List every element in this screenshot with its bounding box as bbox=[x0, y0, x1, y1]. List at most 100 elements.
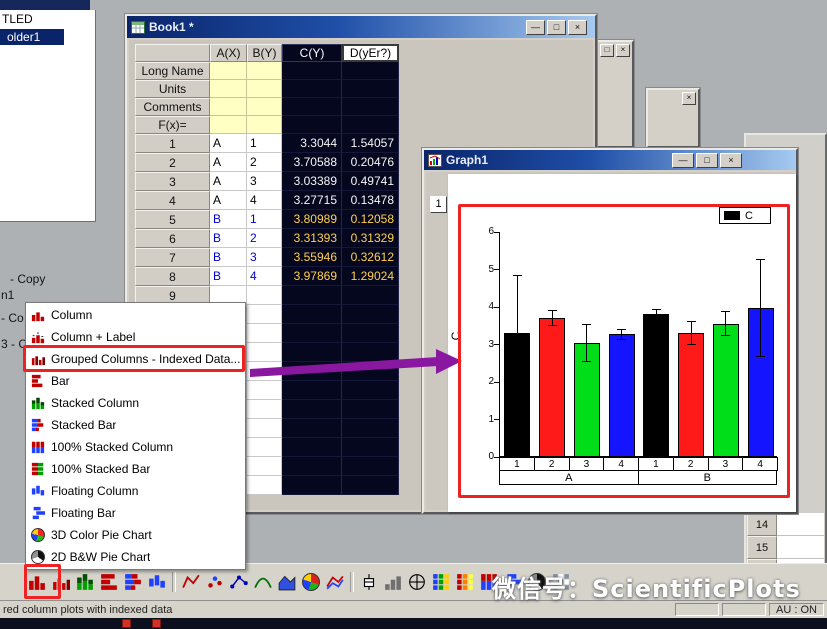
cell[interactable] bbox=[247, 457, 282, 476]
menu-item-stacked-column[interactable]: Stacked Column bbox=[26, 392, 245, 414]
double-y-plot-button[interactable] bbox=[324, 571, 346, 593]
contour-plot-button[interactable] bbox=[430, 571, 452, 593]
cell-selected[interactable]: 3.3044 bbox=[282, 134, 342, 153]
menu-item-floating-column[interactable]: Floating Column bbox=[26, 480, 245, 502]
cell[interactable]: 1 bbox=[247, 134, 282, 153]
cell[interactable]: 3 bbox=[247, 248, 282, 267]
cell-selected[interactable]: 0.31329 bbox=[342, 229, 399, 248]
cell[interactable] bbox=[247, 476, 282, 495]
box-chart-button[interactable] bbox=[358, 571, 380, 593]
label-row-header[interactable]: Long Name bbox=[135, 62, 210, 80]
close-icon[interactable]: × bbox=[682, 92, 696, 105]
cell-selected[interactable] bbox=[342, 98, 399, 116]
cell[interactable] bbox=[247, 286, 282, 305]
stacked-bar-button[interactable] bbox=[122, 571, 144, 593]
row-header[interactable]: 3 bbox=[135, 172, 210, 191]
cell[interactable] bbox=[210, 116, 247, 134]
close-button[interactable]: × bbox=[568, 20, 587, 35]
cell-selected[interactable]: 1.54057 bbox=[342, 134, 399, 153]
cell[interactable] bbox=[247, 438, 282, 457]
close-button[interactable]: × bbox=[720, 153, 742, 168]
taskbar-app-icon[interactable] bbox=[152, 619, 161, 628]
close-icon[interactable]: × bbox=[616, 44, 630, 57]
cell-selected[interactable]: 0.12058 bbox=[342, 210, 399, 229]
menu-item-floating-bar[interactable]: Floating Bar bbox=[26, 502, 245, 524]
cell[interactable] bbox=[247, 400, 282, 419]
cell[interactable]: B bbox=[210, 248, 247, 267]
cell-selected[interactable] bbox=[282, 419, 342, 438]
menu-item-stacked-bar[interactable]: Stacked Bar bbox=[26, 414, 245, 436]
cell-selected[interactable] bbox=[342, 80, 399, 98]
cell-selected[interactable] bbox=[282, 362, 342, 381]
row-header[interactable]: 14 bbox=[747, 513, 777, 536]
cell-selected[interactable] bbox=[342, 116, 399, 134]
cell[interactable]: 4 bbox=[247, 191, 282, 210]
cell-selected[interactable] bbox=[282, 80, 342, 98]
label-row-header[interactable]: Units bbox=[135, 80, 210, 98]
graph1-titlebar[interactable]: Graph1 — □ × bbox=[424, 150, 796, 170]
cell-selected[interactable]: 3.80989 bbox=[282, 210, 342, 229]
cell[interactable]: A bbox=[210, 191, 247, 210]
cell[interactable] bbox=[210, 62, 247, 80]
column-header-b[interactable]: B(Y) bbox=[247, 44, 282, 62]
cell-selected[interactable] bbox=[282, 286, 342, 305]
cell-selected[interactable]: 0.32612 bbox=[342, 248, 399, 267]
area-plot-button[interactable] bbox=[276, 571, 298, 593]
heatmap-plot-button[interactable] bbox=[454, 571, 476, 593]
row-header[interactable]: 15 bbox=[747, 536, 777, 559]
cell-selected[interactable] bbox=[282, 476, 342, 495]
polar-plot-button[interactable] bbox=[406, 571, 428, 593]
cell-selected[interactable] bbox=[342, 419, 399, 438]
row-header[interactable]: 1 bbox=[135, 134, 210, 153]
label-row-header[interactable]: Comments bbox=[135, 98, 210, 116]
column-header-c[interactable]: C(Y) bbox=[282, 44, 342, 62]
project-tree-item-untitled[interactable]: TLED bbox=[0, 10, 95, 26]
cell[interactable] bbox=[247, 381, 282, 400]
project-tree-item-folder1[interactable]: older1 bbox=[0, 29, 64, 45]
book1-titlebar[interactable]: Book1 * — □ × bbox=[127, 16, 595, 38]
cell-selected[interactable] bbox=[282, 116, 342, 134]
cell[interactable] bbox=[247, 343, 282, 362]
menu-item-100-stacked-bar[interactable]: 100% Stacked Bar bbox=[26, 458, 245, 480]
cell-selected[interactable] bbox=[282, 400, 342, 419]
histogram-plot-button[interactable] bbox=[382, 571, 404, 593]
cell[interactable] bbox=[247, 419, 282, 438]
floating-column-button[interactable] bbox=[146, 571, 168, 593]
cell-selected[interactable] bbox=[282, 381, 342, 400]
cell-selected[interactable]: 0.13478 bbox=[342, 191, 399, 210]
column-header-a[interactable]: A(X) bbox=[210, 44, 247, 62]
cell[interactable]: A bbox=[210, 153, 247, 172]
cell[interactable] bbox=[247, 362, 282, 381]
menu-item-column[interactable]: Column bbox=[26, 304, 245, 326]
label-row-header[interactable]: F(x)= bbox=[135, 116, 210, 134]
cell-selected[interactable] bbox=[282, 457, 342, 476]
row-header[interactable]: 2 bbox=[135, 153, 210, 172]
cell-selected[interactable] bbox=[342, 62, 399, 80]
cell-selected[interactable] bbox=[282, 324, 342, 343]
cell-selected[interactable] bbox=[342, 457, 399, 476]
cell-selected[interactable]: 3.55946 bbox=[282, 248, 342, 267]
cell-selected[interactable] bbox=[342, 343, 399, 362]
restore-button[interactable]: □ bbox=[600, 44, 614, 57]
cell[interactable] bbox=[247, 98, 282, 116]
cell[interactable]: B bbox=[210, 267, 247, 286]
layer-1-button[interactable]: 1 bbox=[430, 196, 447, 213]
cell-selected[interactable]: 1.29024 bbox=[342, 267, 399, 286]
line-plot-button[interactable] bbox=[180, 571, 202, 593]
cell-selected[interactable]: 0.49741 bbox=[342, 172, 399, 191]
cell[interactable]: 1 bbox=[247, 210, 282, 229]
cell-selected[interactable]: 3.03389 bbox=[282, 172, 342, 191]
minimize-button[interactable]: — bbox=[672, 153, 694, 168]
line-symbol-plot-button[interactable] bbox=[228, 571, 250, 593]
pie-chart-button[interactable] bbox=[300, 571, 322, 593]
cell[interactable]: B bbox=[210, 210, 247, 229]
cell-selected[interactable] bbox=[282, 438, 342, 457]
cell[interactable]: A bbox=[210, 172, 247, 191]
cell-selected[interactable] bbox=[342, 438, 399, 457]
spline-plot-button[interactable] bbox=[252, 571, 274, 593]
cell-selected[interactable]: 3.31393 bbox=[282, 229, 342, 248]
menu-item-100-stacked-column[interactable]: 100% Stacked Column bbox=[26, 436, 245, 458]
cell-selected[interactable] bbox=[342, 305, 399, 324]
cell[interactable] bbox=[777, 513, 824, 536]
cell-selected[interactable] bbox=[342, 400, 399, 419]
